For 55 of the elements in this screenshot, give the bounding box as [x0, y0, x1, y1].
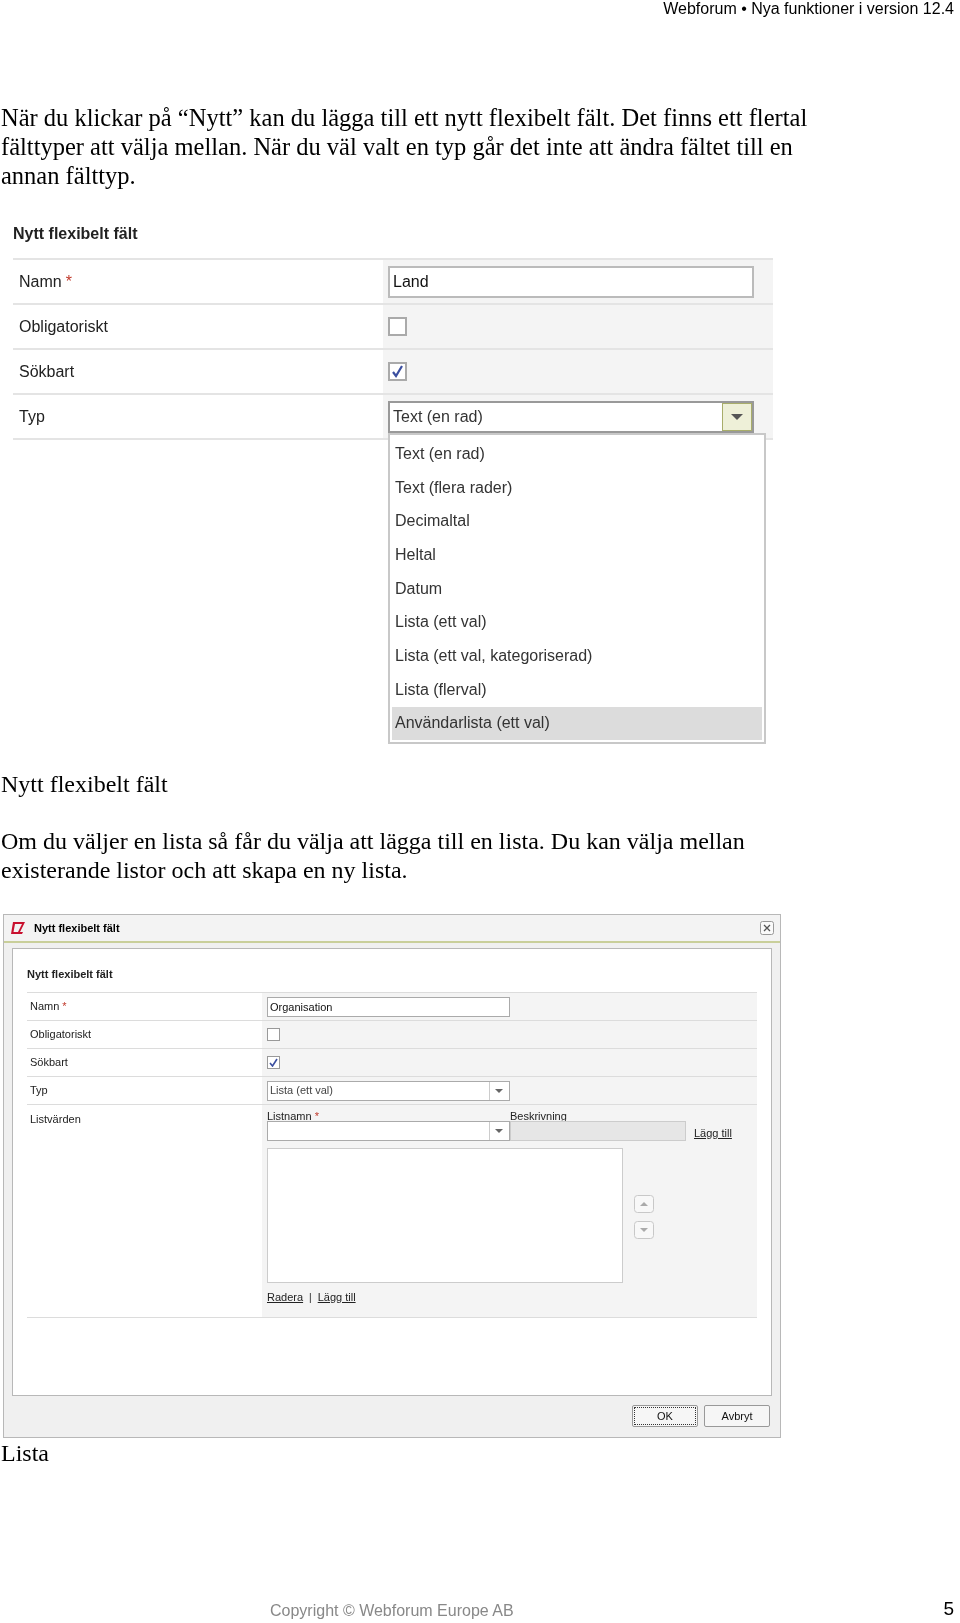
dropdown[interactable]: Lista (ett val) — [267, 1080, 510, 1101]
delete-link[interactable]: Radera — [267, 1289, 304, 1306]
figure-caption: Nytt flexibelt fält — [1, 770, 169, 799]
dropdown-option[interactable]: Lista (ett val, kategoriserad) — [392, 639, 762, 673]
add-link[interactable]: Lägg till — [694, 1125, 732, 1142]
page-header: Webforum • Nya funktioner i version 12.4 — [663, 0, 954, 19]
dropdown-option[interactable]: Användarlista (ett val) — [392, 706, 762, 741]
checkbox[interactable] — [267, 1056, 280, 1069]
field-label: Typ — [19, 406, 45, 427]
form-heading: Nytt flexibelt fält — [27, 967, 113, 982]
dropdown[interactable] — [267, 1121, 510, 1141]
required-mark: * — [62, 999, 67, 1015]
close-icon[interactable] — [760, 921, 774, 935]
dropdown-option[interactable]: Datum — [392, 571, 762, 606]
copyright-text: Copyright © Webforum Europe AB — [270, 1601, 514, 1621]
dropdown-option[interactable]: Lista (flerval) — [392, 672, 762, 707]
dropdown-option[interactable]: Text (flera rader) — [392, 470, 762, 505]
move-up-button[interactable] — [634, 1195, 654, 1213]
move-down-button[interactable] — [634, 1221, 654, 1239]
field-label: Namn — [30, 999, 60, 1015]
field-label: Sökbart — [30, 1055, 68, 1071]
required-mark: * — [314, 1109, 319, 1124]
field-label: Obligatoriskt — [30, 1027, 92, 1043]
dropdown-option[interactable]: Heltal — [392, 538, 762, 572]
dropdown[interactable]: Text (en rad) — [388, 400, 754, 433]
logo-icon — [10, 920, 26, 936]
checkbox[interactable] — [388, 362, 407, 381]
text-field[interactable]: Organisation — [267, 996, 510, 1017]
dropdown-option[interactable]: Decimaltal — [392, 504, 762, 539]
link-separator: | — [309, 1290, 312, 1305]
field-label: Beskrivning — [510, 1109, 567, 1124]
checkbox[interactable] — [388, 317, 407, 336]
intro-paragraph: När du klickar på “Nytt” kan du lägga till ett nytt flexibelt fält. Det finns ett flertal fälttyper att välja mellan. När du väl valt en typ går det inte att ändra fältet till en annan fälttyp. — [1, 103, 809, 190]
page-number: 5 — [943, 1596, 954, 1621]
field-label: Listnamn — [267, 1109, 312, 1124]
ok-button[interactable]: OK — [632, 1405, 698, 1427]
list-box[interactable] — [267, 1148, 623, 1283]
dialog-title: Nytt flexibelt fält — [34, 920, 120, 936]
field-label: Obligatoriskt — [19, 316, 108, 337]
dropdown-option[interactable]: Text (en rad) — [392, 437, 762, 471]
add-link[interactable]: Lägg till — [317, 1289, 356, 1306]
figure-caption: Lista — [1, 1439, 50, 1468]
field-label: Sökbart — [19, 361, 75, 382]
text-field[interactable] — [510, 1121, 686, 1141]
required-mark: * — [65, 271, 72, 292]
field-label: Typ — [30, 1083, 48, 1099]
checkbox[interactable] — [267, 1028, 280, 1041]
body-paragraph: Om du väljer en lista så får du välja att lägga till en lista. Du kan välja mellan existerande listor och att skapa en ny lista. — [1, 827, 746, 885]
dropdown-option[interactable]: Lista (ett val) — [392, 605, 762, 640]
cancel-button[interactable]: Avbryt — [704, 1405, 770, 1427]
field-label: Listvärden — [30, 1112, 81, 1127]
caret-icon — [722, 402, 752, 431]
field-label: Namn — [19, 271, 62, 292]
text-field[interactable]: Land — [388, 265, 754, 298]
form-heading: Nytt flexibelt fält — [13, 224, 138, 244]
